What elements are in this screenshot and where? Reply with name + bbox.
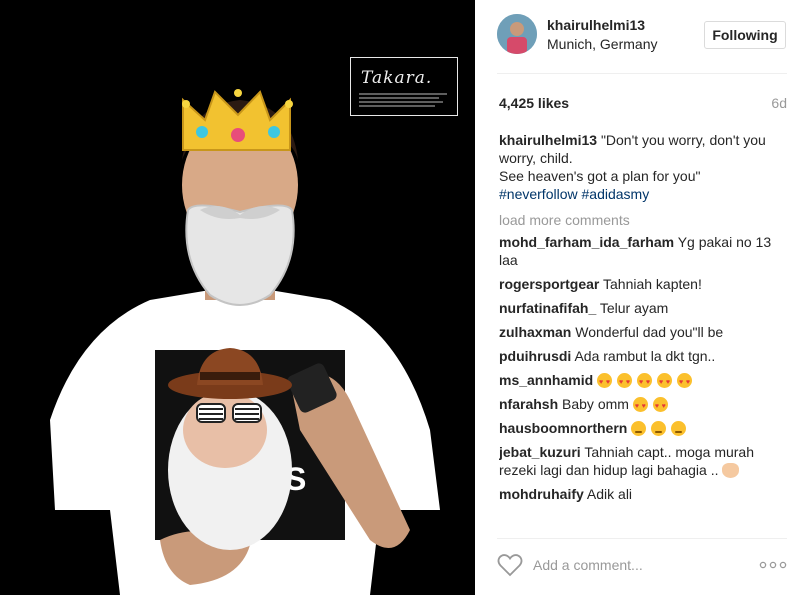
comment-username[interactable]: zulhaxman xyxy=(499,324,571,340)
comment-item: hausboomnorthern xyxy=(499,419,789,437)
caption-text-line2: See heaven's got a plan for you" xyxy=(499,168,701,184)
comment-username[interactable]: hausboomnorthern xyxy=(499,420,627,436)
likes-count[interactable]: 4,425 likes xyxy=(499,95,569,111)
hashtag-link[interactable]: #adidasmy xyxy=(582,186,650,202)
avatar-image xyxy=(497,14,537,54)
add-comment-input[interactable] xyxy=(533,553,733,577)
heart-eyes-emoji-icon xyxy=(677,373,693,392)
comment-item: jebat_kuzuri Tahniah capt.. moga murah r… xyxy=(499,443,789,479)
watermark-fineprint xyxy=(359,93,447,107)
comment-text: Telur ayam xyxy=(599,300,669,316)
blushing-emoji-icon xyxy=(631,421,647,436)
watermark-brand: Takara. xyxy=(361,68,433,88)
comment-username[interactable]: nfarahsh xyxy=(499,396,558,412)
comment-username[interactable]: nurfatinafifah_ xyxy=(499,300,596,316)
post-header: khairulhelmi13 Munich, Germany Following xyxy=(497,14,787,74)
caption-username[interactable]: khairulhelmi13 xyxy=(499,132,597,148)
comment-footer xyxy=(497,538,787,588)
comments-list[interactable]: khairulhelmi13 "Don't you worry, don't y… xyxy=(499,131,789,529)
comment-item: nfarahsh Baby omm xyxy=(499,395,789,416)
comment-text: Ada rambut la dkt tgn.. xyxy=(574,348,716,364)
flexed-biceps-emoji-icon xyxy=(722,463,740,478)
comment-username[interactable]: pduihrusdi xyxy=(499,348,571,364)
comment-username[interactable]: mohdruhaify xyxy=(499,486,584,502)
heart-eyes-emoji-icon xyxy=(617,373,633,392)
heart-eyes-emoji-icon xyxy=(637,373,653,392)
post-photo[interactable]: S Takara. xyxy=(0,0,475,595)
heart-eyes-emoji-icon xyxy=(657,373,673,392)
comment-item: nurfatinafifah_ Telur ayam xyxy=(499,299,789,317)
comment-text: Baby omm xyxy=(562,396,629,412)
comment-username[interactable]: jebat_kuzuri xyxy=(499,444,581,460)
hashtag-link[interactable]: #neverfollow xyxy=(499,186,578,202)
blushing-emoji-icon xyxy=(651,421,667,436)
comment-item: ms_annhamid xyxy=(499,371,789,392)
load-more-comments-button[interactable]: load more comments xyxy=(499,211,789,229)
likes-row: 4,425 likes 6d xyxy=(497,95,787,115)
comment-item: pduihrusdi Ada rambut la dkt tgn.. xyxy=(499,347,789,365)
comment-username[interactable]: rogersportgear xyxy=(499,276,599,292)
post-location[interactable]: Munich, Germany xyxy=(547,36,657,52)
more-options-icon[interactable] xyxy=(759,559,787,571)
comment-text: Tahniah kapten! xyxy=(603,276,702,292)
watermark-logo: Takara. xyxy=(350,57,458,116)
blushing-emoji-icon xyxy=(671,421,687,436)
comment-text: Wonderful dad you"ll be xyxy=(575,324,724,340)
following-button[interactable]: Following xyxy=(704,21,786,49)
comment-username[interactable]: ms_annhamid xyxy=(499,372,593,388)
heart-eyes-emoji-icon xyxy=(597,373,613,392)
comment-username[interactable]: mohd_farham_ida_farham xyxy=(499,234,674,250)
heart-eyes-emoji-icon xyxy=(632,397,648,416)
avatar[interactable] xyxy=(497,14,537,54)
comment-item: zulhaxman Wonderful dad you"ll be xyxy=(499,323,789,341)
comment-item: rogersportgear Tahniah kapten! xyxy=(499,275,789,293)
comment-item: mohdruhaify Adik ali xyxy=(499,485,789,503)
comment-item: mohd_farham_ida_farham Yg pakai no 13 la… xyxy=(499,233,789,269)
post-caption: khairulhelmi13 "Don't you worry, don't y… xyxy=(499,131,789,203)
comment-text: Adik ali xyxy=(586,486,633,502)
heart-outline-icon[interactable] xyxy=(497,553,523,577)
post-sidebar: khairulhelmi13 Munich, Germany Following… xyxy=(475,0,807,595)
post-age[interactable]: 6d xyxy=(771,95,787,111)
watermark-tagline xyxy=(359,92,451,110)
post-username[interactable]: khairulhelmi13 xyxy=(547,17,645,33)
heart-eyes-emoji-icon xyxy=(652,397,668,416)
